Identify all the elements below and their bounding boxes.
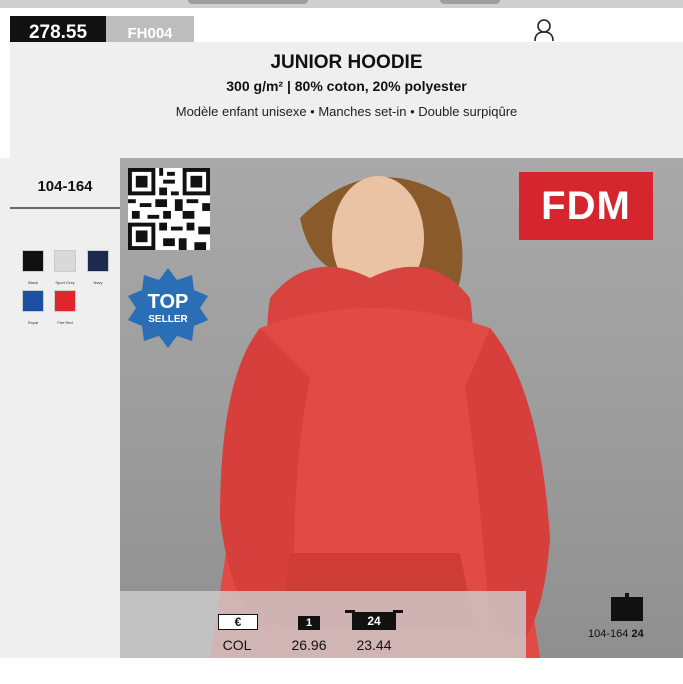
col-label: COL xyxy=(222,637,252,653)
strip-decor xyxy=(440,0,500,4)
color-label: Royal xyxy=(27,320,39,325)
strip-decor xyxy=(188,0,308,4)
qty-24-label: 24 xyxy=(352,612,396,630)
product-features: Modèle enfant unisexe • Manches set-in •… xyxy=(175,104,518,119)
packaging-quantity: 24 xyxy=(631,628,644,640)
packaging-sizes: 104-164 xyxy=(588,628,632,640)
color-label: Fire Red xyxy=(57,320,73,325)
size-range: 104-164 xyxy=(37,178,93,195)
qr-code-icon[interactable] xyxy=(128,168,210,250)
color-swatch-sport-grey[interactable] xyxy=(54,250,76,272)
color-swatch-black[interactable] xyxy=(22,250,44,272)
top-strip xyxy=(0,0,683,8)
qty-1-price: 26.96 xyxy=(291,637,327,653)
packaging-info: 104-164 24 xyxy=(588,628,668,640)
brand-logo: FDM xyxy=(519,172,653,240)
top-seller-badge: TOP SELLER xyxy=(128,268,208,348)
dash-decor xyxy=(393,610,403,613)
color-swatch-navy[interactable] xyxy=(87,250,109,272)
divider xyxy=(10,207,120,209)
person-outline-icon xyxy=(534,19,554,42)
box-icon xyxy=(611,593,643,621)
badge-top-text: TOP xyxy=(148,291,189,313)
badge-bottom-text: SELLER xyxy=(148,314,188,325)
color-label: Sport Grey xyxy=(55,280,75,285)
qty-24-price: 23.44 xyxy=(356,637,392,653)
title-band: JUNIOR HOODIE 300 g/m² | 80% coton, 20% … xyxy=(10,42,683,158)
sidebar: 104-164 Black Sport Grey Navy Royal Fire… xyxy=(0,158,120,658)
qty-1-label: 1 xyxy=(298,616,320,630)
color-label: Black xyxy=(28,280,38,285)
product-photo: FDM TOP SELLER xyxy=(120,158,683,658)
currency-label: € xyxy=(218,614,258,630)
product-title: JUNIOR HOODIE xyxy=(270,52,423,73)
color-label: Navy xyxy=(93,280,103,285)
color-swatch-fire-red[interactable] xyxy=(54,290,76,312)
product-subtitle: 300 g/m² | 80% coton, 20% polyester xyxy=(226,78,467,94)
color-swatch-royal[interactable] xyxy=(22,290,44,312)
